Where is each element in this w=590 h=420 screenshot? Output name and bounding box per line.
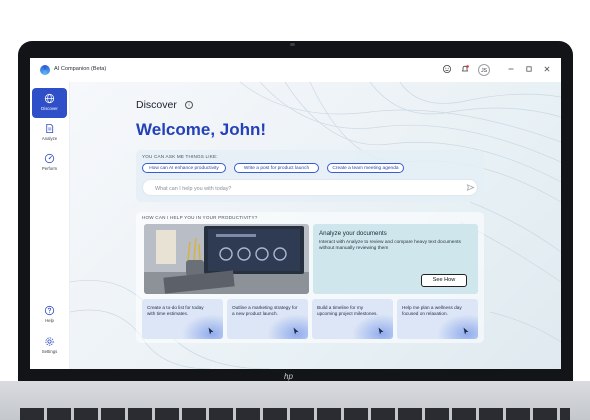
app-logo-icon: [40, 65, 50, 75]
sidebar-item-settings[interactable]: Settings: [32, 331, 67, 354]
info-icon[interactable]: i: [185, 101, 193, 109]
prompt-input[interactable]: [153, 180, 457, 197]
minimize-icon[interactable]: [506, 64, 516, 74]
notifications-icon[interactable]: [460, 64, 470, 74]
title-bar: AI Companion (Beta) JS: [30, 58, 561, 83]
document-icon: [46, 123, 54, 134]
suggestion-chip[interactable]: Write a post for product launch: [234, 163, 319, 173]
feedback-icon[interactable]: [442, 64, 452, 74]
analyze-documents-card: Analyze your documents Interact with Ana…: [313, 224, 478, 294]
suggestions-label: YOU CAN ASK ME THINGS LIKE:: [142, 154, 218, 159]
page-title: Discover: [136, 99, 177, 111]
sidebar-item-help[interactable]: Help: [32, 300, 67, 323]
productivity-card: HOW CAN I HELP YOU IN YOUR PRODUCTIVITY?: [136, 212, 484, 343]
prompt-box: [142, 179, 478, 197]
gear-icon: [45, 337, 54, 346]
gauge-icon: [44, 153, 55, 164]
help-icon: [44, 305, 55, 316]
sidebar-item-label: Help: [45, 318, 54, 323]
avatar[interactable]: JS: [478, 64, 490, 76]
keyboard: [20, 408, 570, 420]
hp-logo: hp: [284, 372, 293, 381]
sidebar-item-discover[interactable]: Discover: [32, 88, 67, 118]
suggestion-chip[interactable]: How can AI enhance productivity: [142, 163, 226, 173]
suggestions-card: YOU CAN ASK ME THINGS LIKE: How can AI e…: [136, 150, 484, 202]
sidebar-item-label: Settings: [41, 349, 58, 354]
arrow-icon: [293, 327, 299, 335]
task-glow: [182, 314, 223, 339]
task-card[interactable]: Build a timeline for my upcoming project…: [312, 299, 393, 339]
task-card[interactable]: Help me plan a wellness day focused on r…: [397, 299, 478, 339]
app-window: AI Companion (Beta) JS Discover Analyze: [30, 58, 561, 369]
task-text: Outline a marketing strategy for a new p…: [232, 305, 298, 317]
task-glow: [352, 314, 393, 339]
arrow-icon: [463, 327, 469, 335]
sidebar-item-label: Analyze: [41, 136, 58, 141]
close-icon[interactable]: [542, 64, 552, 74]
laptop-hinge: [18, 369, 573, 381]
maximize-icon[interactable]: [524, 64, 534, 74]
arrow-icon: [208, 327, 214, 335]
productivity-label: HOW CAN I HELP YOU IN YOUR PRODUCTIVITY?: [142, 215, 258, 220]
welcome-heading: Welcome, John!: [136, 120, 267, 139]
task-glow: [267, 314, 308, 339]
app-title: AI Companion (Beta): [54, 66, 107, 72]
sidebar-item-label: Discover: [41, 106, 58, 111]
task-glow: [437, 314, 478, 339]
sidebar: Discover Analyze Perform Help Settings: [30, 82, 70, 369]
task-text: Help me plan a wellness day focused on r…: [402, 305, 462, 317]
globe-icon: [44, 93, 55, 104]
analyze-title: Analyze your documents: [319, 230, 387, 237]
task-card[interactable]: Outline a marketing strategy for a new p…: [227, 299, 308, 339]
sidebar-item-perform[interactable]: Perform: [32, 148, 67, 178]
webcam: [290, 43, 295, 46]
laptop-photo: [144, 224, 309, 294]
main-content: Discover i Welcome, John! YOU CAN ASK ME…: [70, 82, 561, 369]
task-card[interactable]: Create a to-do list for today with time …: [142, 299, 223, 339]
sidebar-item-analyze[interactable]: Analyze: [32, 118, 67, 148]
task-text: Build a timeline for my upcoming project…: [317, 305, 378, 317]
analyze-description: Interact with Analyze to review and comp…: [319, 240, 461, 252]
sidebar-item-label: Perform: [41, 166, 58, 171]
see-how-button[interactable]: See How: [421, 274, 467, 287]
send-icon[interactable]: [466, 183, 475, 192]
task-text: Create a to-do list for today with time …: [147, 305, 204, 317]
arrow-icon: [378, 327, 384, 335]
suggestion-chip[interactable]: Create a team meeting agenda: [327, 163, 404, 173]
